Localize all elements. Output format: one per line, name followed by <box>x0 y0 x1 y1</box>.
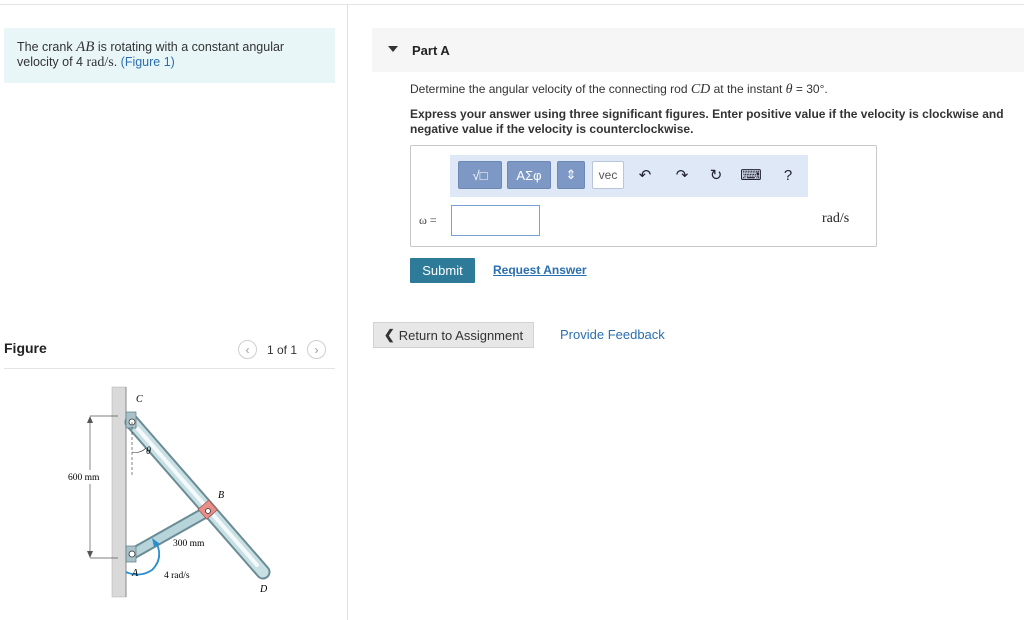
mechanism-figure: C θ B A D 600 mm 300 mm 4 rad/s <box>68 386 271 598</box>
question-text: Determine the angular velocity of the co… <box>410 82 828 98</box>
label-d: D <box>259 584 268 595</box>
dim-arrow-bottom <box>87 551 93 558</box>
redo-icon[interactable]: ↷ <box>673 166 691 184</box>
theta-arc <box>131 447 147 453</box>
subscript-superscript-button[interactable]: ⇕ <box>557 161 585 189</box>
part-a-title: Part A <box>412 43 450 58</box>
return-to-assignment-button[interactable]: ❮ Return to Assignment <box>373 322 534 348</box>
pivot-a <box>128 550 136 558</box>
figure-divider <box>4 368 335 369</box>
column-divider <box>347 4 348 620</box>
problem-prefix: The crank <box>17 40 77 54</box>
problem-unit: rad/s <box>86 55 114 70</box>
figure-title: Figure <box>4 340 47 356</box>
vector-button[interactable]: vec <box>592 161 624 189</box>
provide-feedback-link[interactable]: Provide Feedback <box>560 327 665 342</box>
label-omega: 4 rad/s <box>164 571 190 581</box>
undo-icon[interactable]: ↶ <box>636 166 654 184</box>
wall <box>112 387 126 597</box>
problem-statement: The crank AB is rotating with a constant… <box>4 28 335 83</box>
question-mid: at the instant <box>710 82 786 96</box>
crank-symbol: AB <box>76 39 95 55</box>
next-figure-button[interactable]: › <box>307 340 327 359</box>
reset-icon[interactable]: ↻ <box>707 166 725 184</box>
figure-link[interactable]: (Figure 1) <box>121 55 175 69</box>
label-c: C <box>136 394 143 405</box>
pin-b <box>205 508 211 514</box>
part-a-header[interactable] <box>372 28 1024 72</box>
question-prefix: Determine the angular velocity of the co… <box>410 82 691 96</box>
keyboard-icon[interactable]: ⌨ <box>740 166 762 184</box>
label-theta: θ <box>146 446 151 457</box>
templates-button[interactable]: √□ <box>458 161 502 189</box>
problem-suffix: . <box>113 55 121 69</box>
units-label: rad/s <box>822 211 850 226</box>
collapse-caret-icon[interactable] <box>388 46 398 52</box>
figure-pager: ‹ 1 of 1 › <box>238 340 327 359</box>
top-divider <box>0 4 1024 5</box>
prev-figure-button[interactable]: ‹ <box>238 340 257 359</box>
request-answer-link[interactable]: Request Answer <box>493 263 587 277</box>
greek-symbols-button[interactable]: ΑΣφ <box>507 161 551 189</box>
theta-symbol: θ <box>785 82 793 97</box>
chevron-left-icon: ❮ <box>383 327 395 342</box>
label-height: 600 mm <box>68 473 100 483</box>
help-icon[interactable]: ? <box>779 166 797 184</box>
question-suffix: = 30°. <box>792 82 828 96</box>
label-crank-length: 300 mm <box>173 539 205 549</box>
answer-instructions: Express your answer using three signific… <box>410 107 1004 136</box>
submit-button[interactable]: Submit <box>410 258 475 283</box>
dim-arrow-top <box>87 416 93 423</box>
return-label: Return to Assignment <box>398 327 524 343</box>
label-a: A <box>131 568 139 579</box>
label-b: B <box>218 490 224 501</box>
pager-label: 1 of 1 <box>267 342 298 357</box>
variable-label: ω = <box>419 213 437 227</box>
rod-symbol: CD <box>690 82 711 97</box>
answer-input[interactable] <box>451 205 540 236</box>
